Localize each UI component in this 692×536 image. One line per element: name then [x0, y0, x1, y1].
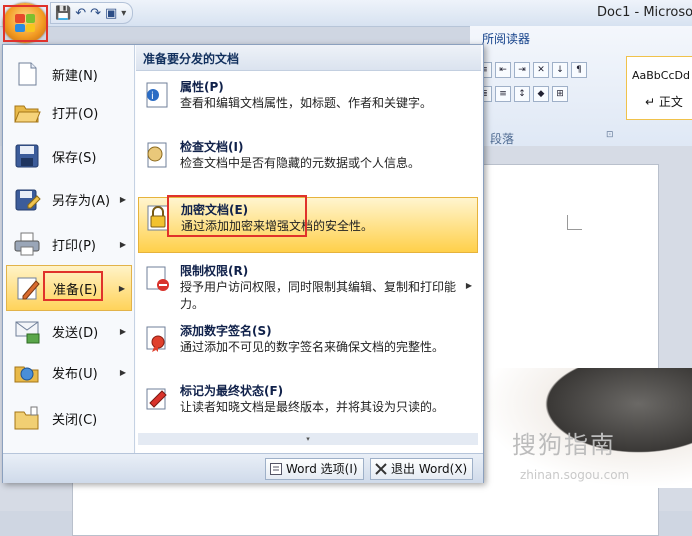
paragraph-tools: ≡ ⇤ ⇥ ✕ ↓ ¶ ≣ ≡ ↕ ◆ ⊞	[476, 62, 626, 112]
undo-icon[interactable]: ↶	[75, 6, 86, 21]
submenu-item-title: 标记为最终状态(F)	[180, 384, 284, 398]
redo-icon[interactable]: ↷	[90, 6, 101, 21]
annotation-box-encrypt	[167, 195, 307, 237]
submenu-item-title: 限制权限(R)	[180, 264, 249, 278]
annotation-box-office-button	[3, 5, 48, 42]
menu-item-label: 保存(S)	[52, 150, 97, 166]
menu-item-label: 打印(P)	[52, 238, 96, 254]
border-icon[interactable]: ⊞	[552, 86, 568, 102]
prepare-icon	[14, 274, 42, 302]
view-icon[interactable]: ▣	[105, 6, 117, 21]
properties-icon: i	[144, 81, 170, 109]
printer-icon	[13, 230, 41, 258]
style-name: ↵ 正文	[645, 95, 683, 109]
inspect-document-icon	[144, 141, 170, 169]
justify-icon[interactable]: ≡	[495, 86, 511, 102]
office-menu-commands: 新建(N) 打开(O) 保存(S) 另存为(A) ▶ 打印(P) ▶ 准备(E)…	[3, 45, 135, 453]
menu-item-label: 打开(O)	[52, 106, 99, 122]
annotation-box-prepare	[43, 271, 103, 301]
send-icon	[13, 317, 41, 345]
submenu-item-desc: 让读者知晓文档是最终版本，并将其设为只读的。	[180, 400, 445, 414]
submenu-item-digital-signature[interactable]: 添加数字签名(S) 通过添加不可见的数字签名来确保文档的完整性。	[138, 319, 478, 375]
shading-icon[interactable]: ◆	[533, 86, 549, 102]
menu-item-label: 发送(D)	[52, 325, 99, 341]
mark-final-icon	[144, 385, 170, 413]
close-folder-icon	[13, 404, 41, 432]
submenu-arrow-icon: ▶	[119, 194, 126, 204]
menu-item-open[interactable]: 打开(O)	[6, 89, 132, 135]
digital-signature-icon	[144, 325, 170, 353]
style-gallery-item[interactable]: AaBbCcDd ↵ 正文	[626, 56, 692, 120]
exit-word-button[interactable]: 退出 Word(X)	[370, 458, 474, 480]
show-marks-icon[interactable]: ¶	[571, 62, 587, 78]
menu-item-publish[interactable]: 发布(U) ▶	[6, 349, 132, 395]
submenu-item-desc: 检查文档中是否有隐藏的元数据或个人信息。	[180, 156, 421, 170]
submenu-item-inspect[interactable]: 检查文档(I) 检查文档中是否有隐藏的元数据或个人信息。	[138, 135, 478, 191]
office-menu-footer: Word 选项(I) 退出 Word(X)	[3, 453, 483, 483]
sort-icon[interactable]: ↓	[552, 62, 568, 78]
dialog-launcher-icon[interactable]: ⊡	[606, 130, 614, 140]
menu-item-label: 发布(U)	[52, 366, 98, 382]
open-folder-icon	[13, 98, 41, 126]
line-spacing-icon[interactable]: ↕	[514, 86, 530, 102]
save-as-icon	[13, 185, 41, 213]
close-icon	[375, 463, 387, 475]
menu-item-label: 关闭(C)	[52, 412, 98, 428]
group-label-paragraph: 段落	[490, 132, 515, 146]
menu-item-save-as[interactable]: 另存为(A) ▶	[6, 176, 132, 222]
submenu-arrow-icon: ▶	[118, 283, 125, 293]
submenu-item-desc: 通过添加不可见的数字签名来确保文档的完整性。	[180, 340, 445, 354]
submenu-header: 准备要分发的文档	[136, 45, 481, 71]
save-icon[interactable]: 💾	[55, 6, 71, 21]
menu-item-print[interactable]: 打印(P) ▶	[6, 221, 132, 267]
svg-text:i: i	[151, 91, 154, 102]
submenu-item-title: 属性(P)	[180, 80, 224, 94]
menu-item-save[interactable]: 保存(S)	[6, 133, 132, 179]
decrease-indent-icon[interactable]: ⇤	[495, 62, 511, 78]
exit-word-label: 退出 Word(X)	[391, 462, 468, 476]
menu-item-send[interactable]: 发送(D) ▶	[6, 308, 132, 354]
restrict-permission-icon	[144, 265, 170, 293]
submenu-item-properties[interactable]: i 属性(P) 查看和编辑文档属性，如标题、作者和关键字。	[138, 75, 478, 131]
save-disk-icon	[13, 142, 41, 170]
title-bar: 💾 ↶ ↷ ▣ ▾ Doc1 - Microso	[0, 0, 692, 27]
submenu-item-mark-final[interactable]: 标记为最终状态(F) 让读者知晓文档是最终版本，并将其设为只读的。	[138, 379, 478, 433]
menu-item-label: 新建(N)	[52, 68, 98, 84]
margin-corner-mark	[567, 215, 582, 230]
quick-access-toolbar: 💾 ↶ ↷ ▣ ▾	[50, 2, 134, 24]
word-options-button[interactable]: Word 选项(I)	[265, 458, 364, 480]
menu-item-close[interactable]: 关闭(C)	[6, 395, 132, 441]
watermark-text: 搜狗指南	[512, 431, 616, 459]
publish-icon	[13, 358, 41, 386]
customize-dropdown-icon[interactable]: ▾	[121, 8, 126, 19]
increase-indent-icon[interactable]: ⇥	[514, 62, 530, 78]
submenu-arrow-icon: ▶	[119, 239, 126, 249]
submenu-arrow-icon: ▶	[465, 281, 472, 290]
submenu-scroll-down[interactable]: ▾	[138, 433, 478, 445]
submenu-item-desc: 查看和编辑文档属性，如标题、作者和关键字。	[180, 96, 433, 110]
menu-item-label: 另存为(A)	[52, 193, 111, 209]
word-options-label: Word 选项(I)	[286, 462, 358, 476]
tab-reader[interactable]: 所阅读器	[482, 30, 530, 47]
office-menu: 新建(N) 打开(O) 保存(S) 另存为(A) ▶ 打印(P) ▶ 准备(E)…	[2, 44, 484, 483]
prepare-submenu: 准备要分发的文档 i 属性(P) 查看和编辑文档属性，如标题、作者和关键字。 检…	[136, 45, 481, 453]
window-title: Doc1 - Microso	[597, 5, 692, 20]
watermark-url: zhinan.sogou.com	[520, 468, 630, 482]
options-icon	[270, 463, 282, 475]
submenu-item-title: 添加数字签名(S)	[180, 324, 272, 338]
submenu-arrow-icon: ▶	[119, 367, 126, 377]
submenu-header-text: 准备要分发的文档	[143, 52, 240, 66]
submenu-arrow-icon: ▶	[119, 326, 126, 336]
submenu-item-desc: 授予用户访问权限，同时限制其编辑、复制和打印能力。	[180, 280, 457, 311]
style-sample: AaBbCcDd	[632, 69, 690, 82]
chinese-layout-icon[interactable]: ✕	[533, 62, 549, 78]
submenu-item-restrict-permission[interactable]: 限制权限(R) 授予用户访问权限，同时限制其编辑、复制和打印能力。 ▶	[138, 259, 478, 315]
new-document-icon	[13, 60, 41, 88]
submenu-item-title: 检查文档(I)	[180, 140, 244, 154]
